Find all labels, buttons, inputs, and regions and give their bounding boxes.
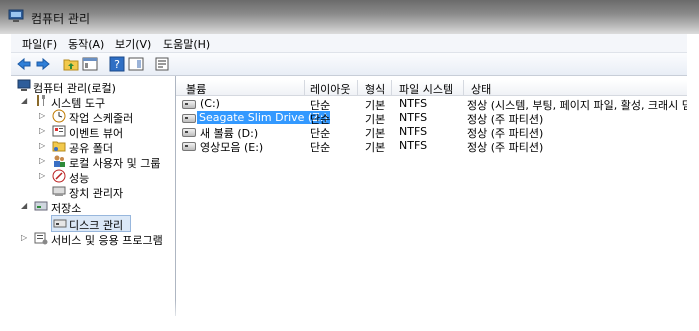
expand-icon[interactable]: ▷ <box>21 233 29 243</box>
disk-management-icon <box>53 219 67 228</box>
tree-item-computer-management[interactable]: 컴퓨터 관리(로컬) <box>15 79 170 95</box>
tree-item-shared-folders[interactable]: ▷ 공유 폴더 <box>15 139 170 155</box>
table-row[interactable]: (C:) 단순 기본 NTFS 정상 (시스템, 부팅, 페이지 파일, 활성,… <box>176 97 687 112</box>
up-folder-icon[interactable] <box>63 56 79 72</box>
drive-icon <box>182 114 196 123</box>
tree-item-label: 저장소 <box>51 202 82 215</box>
shared-folder-icon <box>52 141 66 152</box>
menu-file[interactable]: 파일(F) <box>22 36 57 52</box>
navigation-tree: 컴퓨터 관리(로컬) ◢ 시스템 도구 ▷ 작업 스케줄러 ▷ 이벤트 뷰어 ▷… <box>11 76 176 316</box>
column-header-layout[interactable]: 레이아웃 <box>310 81 350 97</box>
tools-icon <box>37 95 45 106</box>
menu-help[interactable]: 도움말(H) <box>163 36 210 52</box>
column-header-type[interactable]: 형식 <box>365 81 385 97</box>
expand-icon[interactable]: ▷ <box>39 111 47 121</box>
drive-icon <box>182 142 196 151</box>
collapse-icon[interactable]: ◢ <box>21 201 29 211</box>
svg-text:?: ? <box>114 58 120 71</box>
column-divider[interactable] <box>304 80 305 95</box>
collapse-icon[interactable]: ◢ <box>21 96 29 106</box>
column-header-filesystem[interactable]: 파일 시스템 <box>399 81 453 97</box>
menu-bar: 파일(F) 동작(A) 보기(V) 도움말(H) <box>11 34 687 53</box>
refresh-icon[interactable] <box>154 56 170 72</box>
tree-item-storage[interactable]: ◢ 저장소 <box>15 199 170 215</box>
drive-icon <box>182 128 196 137</box>
menu-action[interactable]: 동작(A) <box>68 36 104 52</box>
tree-item-event-viewer[interactable]: ▷ 이벤트 뷰어 <box>15 124 170 140</box>
storage-icon <box>34 201 48 211</box>
column-header-row: 볼륨 레이아웃 형식 파일 시스템 상태 <box>176 80 687 96</box>
clock-icon <box>52 109 66 123</box>
tree-item-task-scheduler[interactable]: ▷ 작업 스케줄러 <box>15 109 170 125</box>
volume-type: 기본 <box>365 141 386 154</box>
edge-fade <box>0 34 11 331</box>
volume-name: 영상모음 (E:) <box>200 141 264 154</box>
device-manager-icon <box>52 186 66 196</box>
column-divider[interactable] <box>357 80 358 95</box>
expand-icon[interactable]: ▷ <box>39 126 47 136</box>
title-bar: 컴퓨터 관리 <box>0 0 699 34</box>
table-row[interactable]: Seagate Slim Drive (Z:) 단순 기본 NTFS 정상 (주… <box>176 111 687 126</box>
tree-item-system-tools[interactable]: ◢ 시스템 도구 <box>15 94 170 110</box>
menu-view[interactable]: 보기(V) <box>115 36 151 52</box>
column-divider[interactable] <box>463 80 464 95</box>
volume-name: (C:) <box>200 97 220 110</box>
expand-icon[interactable]: ▷ <box>39 141 47 151</box>
column-header-status[interactable]: 상태 <box>471 81 491 97</box>
table-row[interactable]: 새 볼륨 (D:) 단순 기본 NTFS 정상 (주 파티션) <box>176 125 687 140</box>
volume-list: 볼륨 레이아웃 형식 파일 시스템 상태 (C:) 단순 기본 NTFS 정상 … <box>176 76 687 316</box>
column-header-volume[interactable]: 볼륨 <box>186 81 206 97</box>
show-hide-pane-icon[interactable] <box>128 56 144 72</box>
volume-filesystem: NTFS <box>399 139 428 152</box>
tree-item-performance[interactable]: ▷ 성능 <box>15 169 170 185</box>
performance-icon <box>52 169 66 183</box>
event-viewer-icon <box>52 125 66 137</box>
forward-arrow-icon[interactable] <box>35 56 51 72</box>
drive-icon <box>182 100 196 109</box>
expand-icon[interactable]: ▷ <box>39 171 47 181</box>
back-arrow-icon[interactable] <box>16 56 32 72</box>
computer-management-icon <box>17 79 31 91</box>
window-title: 컴퓨터 관리 <box>31 12 91 26</box>
users-icon <box>54 155 65 167</box>
tree-item-device-manager[interactable]: 장치 관리자 <box>15 184 170 200</box>
volume-layout: 단순 <box>310 141 331 154</box>
table-row[interactable]: 영상모음 (E:) 단순 기본 NTFS 정상 (주 파티션) <box>176 139 687 154</box>
services-icon <box>34 232 48 245</box>
tree-item-disk-management[interactable]: 디스크 관리 <box>51 215 131 232</box>
properties-icon[interactable] <box>82 56 98 72</box>
tree-item-services-apps[interactable]: ▷ 서비스 및 응용 프로그램 <box>15 231 175 247</box>
volume-filesystem: NTFS <box>399 111 428 124</box>
computer-management-icon <box>8 9 24 22</box>
help-icon[interactable]: ? <box>109 56 125 72</box>
tree-item-label: 서비스 및 응용 프로그램 <box>51 234 163 247</box>
column-divider[interactable] <box>391 80 392 95</box>
edge-fade <box>0 300 699 331</box>
expand-icon[interactable]: ▷ <box>39 156 47 166</box>
volume-status: 정상 (주 파티션) <box>467 141 544 154</box>
volume-filesystem: NTFS <box>399 125 428 138</box>
volume-filesystem: NTFS <box>399 97 428 110</box>
toolbar: ? <box>11 53 687 76</box>
tree-item-local-users[interactable]: ▷ 로컬 사용자 및 그룹 <box>15 154 175 170</box>
